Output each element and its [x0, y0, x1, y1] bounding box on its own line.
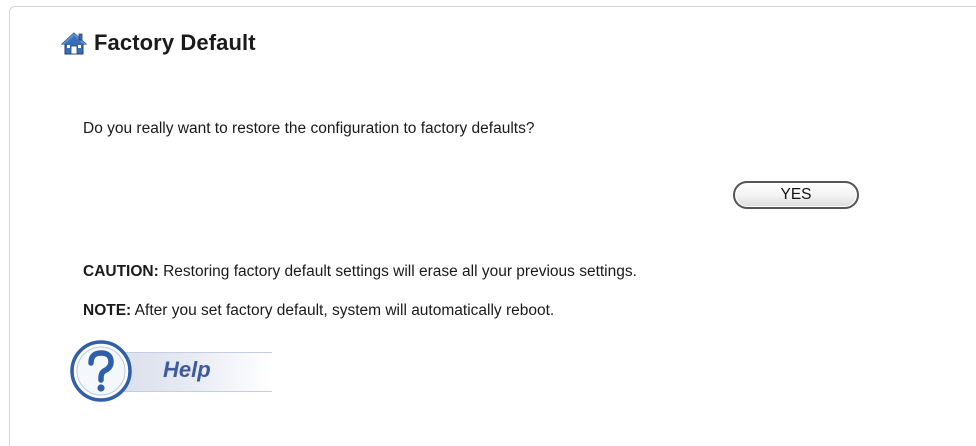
page-title: Factory Default	[94, 30, 256, 55]
yes-button[interactable]: YES	[733, 181, 859, 209]
note-message: After you set factory default, system wi…	[131, 302, 555, 319]
note-label: NOTE:	[83, 302, 132, 319]
confirm-question: Do you really want to restore the config…	[83, 120, 535, 137]
caution-message: Restoring factory default settings will …	[158, 263, 637, 280]
help-link[interactable]: Help	[69, 339, 279, 405]
help-label[interactable]: Help	[163, 357, 211, 383]
question-mark-icon[interactable]	[69, 339, 133, 403]
home-icon	[60, 31, 88, 55]
page-header: Factory Default	[60, 30, 256, 56]
caution-text: CAUTION: Restoring factory default setti…	[83, 263, 637, 281]
caution-label: CAUTION:	[83, 263, 159, 280]
note-text: NOTE: After you set factory default, sys…	[83, 302, 554, 320]
